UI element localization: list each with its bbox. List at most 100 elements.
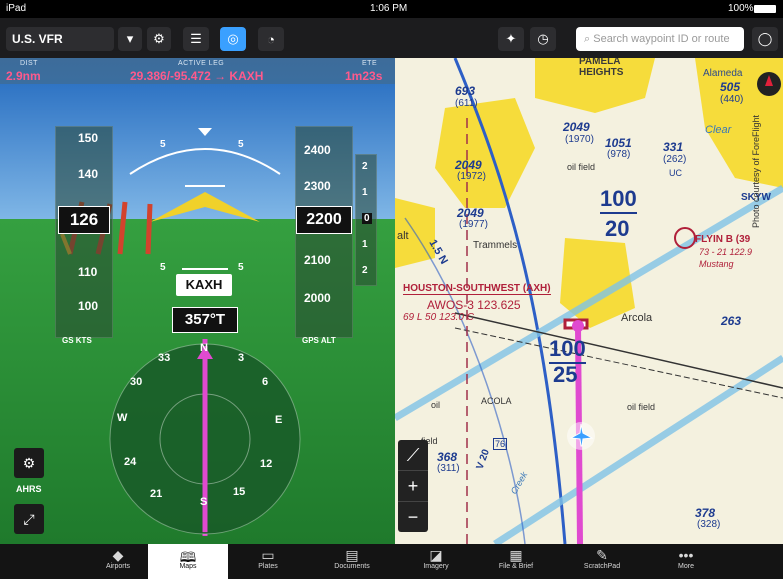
tab-label: Maps bbox=[179, 563, 197, 570]
map-label-flyin: FLYIN B (39 bbox=[695, 234, 751, 245]
map-label-mef-100b: 100 bbox=[549, 336, 586, 364]
map-settings-button[interactable]: ⚙ bbox=[147, 27, 171, 51]
map-label-978: (978) bbox=[607, 149, 631, 160]
search-placeholder: Search waypoint ID or route bbox=[593, 33, 730, 45]
minus-icon: − bbox=[407, 506, 419, 527]
dist-value: 2.9nm bbox=[6, 69, 41, 83]
ete-value: 1m23s bbox=[345, 69, 383, 83]
list-icon: ☰ bbox=[190, 31, 202, 46]
dist-label: DIST bbox=[20, 60, 38, 67]
chart-type-selector[interactable]: U.S. VFR sectional bbox=[6, 27, 114, 70]
device-label: iPad bbox=[6, 3, 27, 14]
plates-icon: ▭ bbox=[261, 547, 275, 563]
zoom-in-button[interactable]: + bbox=[398, 471, 428, 502]
flight-path-marker bbox=[150, 192, 260, 222]
tab-label: Airports bbox=[105, 563, 131, 570]
synthetic-vision-button[interactable]: ◎ bbox=[220, 27, 246, 51]
vsi-tick: 1 bbox=[362, 239, 368, 250]
compass-label: 12 bbox=[260, 458, 273, 470]
ahrs-settings-button[interactable]: ⚙ bbox=[14, 448, 44, 478]
tab-scratchpad[interactable]: ✎ ScratchPad bbox=[562, 544, 642, 579]
map-label-alt: alt bbox=[397, 230, 409, 242]
compass-label: 15 bbox=[233, 486, 246, 498]
compass-label: W bbox=[117, 412, 128, 424]
map-label-76: 76 bbox=[493, 438, 508, 450]
photo-credit: Photo courtesy of ForeFlight bbox=[751, 114, 761, 228]
search-icon: ⌕ bbox=[584, 33, 591, 45]
tab-imagery[interactable]: ◪ Imagery bbox=[396, 544, 476, 579]
recents-button[interactable]: ◷ bbox=[530, 27, 556, 51]
route-editor-button[interactable]: ⟋ bbox=[398, 440, 428, 471]
pitch-mark: 5 bbox=[238, 139, 244, 150]
status-bar: iPad 1:06 PM 100% bbox=[0, 0, 783, 18]
tab-file-brief[interactable]: ▦ File & Brief bbox=[476, 544, 556, 579]
toolbar: U.S. VFR sectional ▾ ⚙ ☰ ◎ ◔ ✦ ◷ ⌕ Searc… bbox=[0, 18, 783, 70]
gear-icon: ⚙ bbox=[153, 31, 165, 46]
alt-tick: 2100 bbox=[304, 253, 331, 267]
compass-label: 33 bbox=[158, 352, 171, 364]
airport-label[interactable]: KAXH bbox=[176, 274, 232, 296]
search-input[interactable]: ⌕ Search waypoint ID or route bbox=[576, 27, 744, 51]
airports-icon: ◆ bbox=[112, 547, 124, 563]
tab-label: File & Brief bbox=[498, 563, 534, 570]
map-label-acola: ACOLA bbox=[481, 396, 512, 406]
tab-plates[interactable]: ▭ Plates bbox=[228, 544, 308, 579]
map-zoom-controls: ⟋ + − bbox=[398, 440, 428, 532]
gauge-icon: ◔ bbox=[267, 31, 275, 47]
pitch-mark: 5 bbox=[160, 139, 166, 150]
tab-documents[interactable]: ▤ Documents bbox=[312, 544, 392, 579]
map-label-611: (611) bbox=[455, 98, 478, 109]
alt-unit-label: GPS ALT bbox=[302, 336, 336, 345]
pitch-mark: 5 bbox=[160, 262, 166, 273]
chart-dropdown-button[interactable]: ▾ bbox=[118, 27, 142, 51]
speed-tick: 100 bbox=[78, 299, 99, 313]
map-label-airport[interactable]: HOUSTON-SOUTHWEST (AXH) bbox=[403, 283, 551, 295]
imagery-icon: ◪ bbox=[429, 547, 443, 563]
synthetic-vision-view: 150 140 110 100 GS KTS 126 2400 2300 210… bbox=[0, 84, 395, 544]
map-label-331: 331 bbox=[663, 140, 684, 154]
roll-pointer bbox=[198, 128, 212, 136]
speed-unit-label: GS KTS bbox=[62, 336, 92, 345]
map-label-mef-25: 25 bbox=[553, 362, 578, 387]
map-label-328: (328) bbox=[697, 519, 721, 530]
tab-more[interactable]: ••• More bbox=[646, 544, 726, 579]
compass-label: 3 bbox=[238, 352, 245, 364]
documents-icon: ▤ bbox=[345, 547, 359, 563]
roll-arc bbox=[129, 148, 281, 175]
alt-tick: 2400 bbox=[304, 143, 331, 157]
expand-button[interactable]: ⤢ bbox=[14, 504, 44, 534]
vsi-tape: 2 1 0 1 2 bbox=[355, 154, 377, 286]
star-icon: ✦ bbox=[505, 31, 517, 46]
map-label-2049a: 2049 bbox=[563, 120, 590, 134]
map-label-pamela: PAMELA bbox=[579, 58, 621, 67]
file-brief-icon: ▦ bbox=[509, 547, 523, 563]
compass-icon: ◯ bbox=[757, 31, 773, 46]
tab-bar: ◆ Airports 🕮 Maps ▭ Plates ▤ Documents ◪… bbox=[0, 544, 783, 579]
compass-label: 6 bbox=[262, 376, 269, 388]
map-label-2049c: 2049 bbox=[457, 206, 484, 220]
zoom-out-button[interactable]: − bbox=[398, 502, 428, 532]
tab-label: Documents bbox=[334, 563, 370, 570]
layers-button[interactable]: ☰ bbox=[183, 27, 209, 51]
ete-label: ETE bbox=[362, 60, 378, 67]
favorites-button[interactable]: ✦ bbox=[498, 27, 524, 51]
tab-maps[interactable]: 🕮 Maps bbox=[148, 544, 228, 579]
map-label-mef-20: 20 bbox=[605, 216, 630, 241]
instrument-button[interactable]: ◔ bbox=[258, 27, 284, 51]
track-up-button[interactable]: ◯ bbox=[752, 27, 778, 51]
sectional-map[interactable]: PAMELA HEIGHTS Alameda 505 (440) Clear 6… bbox=[395, 58, 783, 544]
chevron-down-icon: ▾ bbox=[126, 31, 134, 46]
tab-airports[interactable]: ◆ Airports bbox=[78, 544, 158, 579]
map-label-378: 378 bbox=[695, 506, 716, 520]
map-label-awos: AWOS-3 123.625 bbox=[427, 298, 521, 312]
map-label-693: 693 bbox=[455, 84, 476, 98]
map-label-mef-100: 100 bbox=[600, 186, 637, 214]
compass-label: N bbox=[200, 342, 208, 354]
map-label-1972: (1972) bbox=[457, 171, 486, 182]
map-label-262: (262) bbox=[663, 154, 687, 165]
ahrs-label: AHRS bbox=[16, 484, 42, 494]
map-label-oil: oil bbox=[431, 400, 441, 410]
plus-icon: + bbox=[407, 475, 419, 496]
speed-tick: 140 bbox=[78, 167, 99, 181]
altitude-readout: 2200 bbox=[296, 206, 352, 234]
